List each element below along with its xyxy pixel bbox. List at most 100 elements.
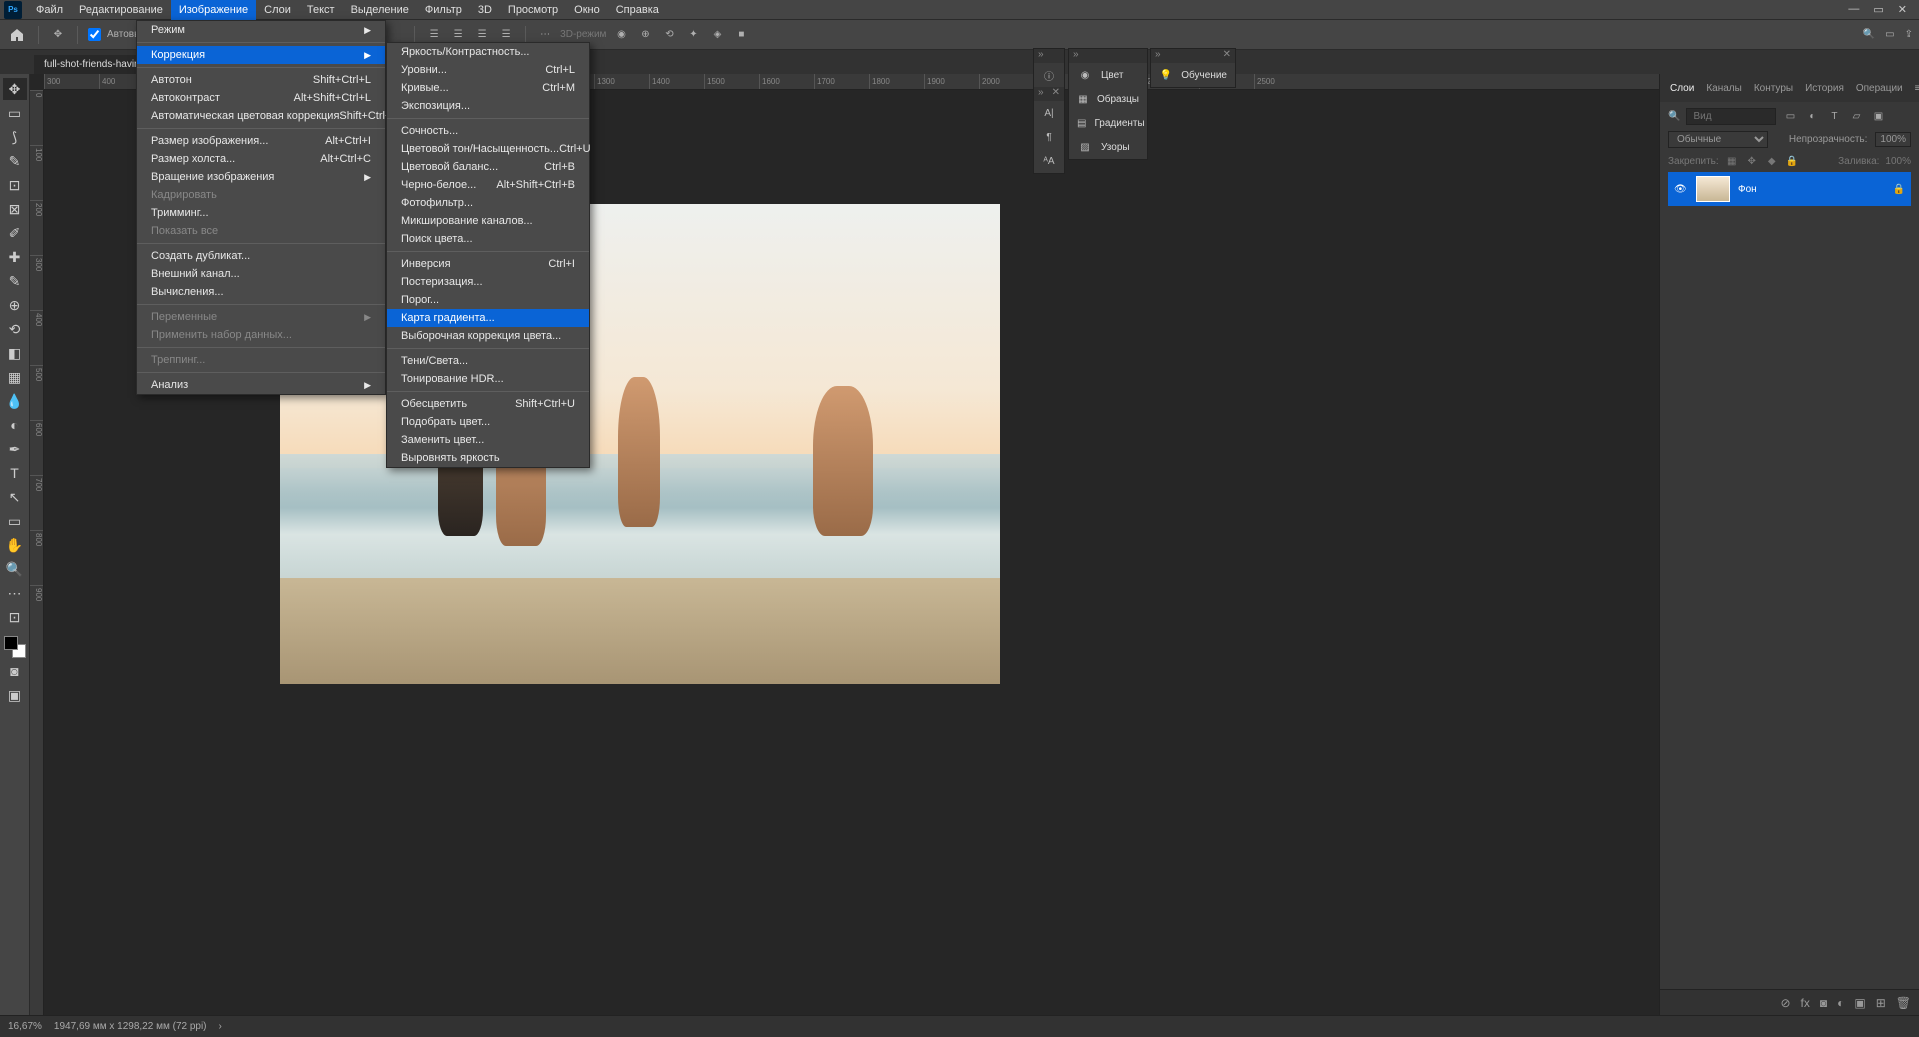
healing-tool[interactable]: ✚ bbox=[3, 246, 27, 268]
color-swatch[interactable] bbox=[4, 636, 26, 658]
panel-tab[interactable]: Контуры bbox=[1754, 83, 1793, 94]
filter-adjust-icon[interactable]: ◐ bbox=[1804, 109, 1820, 125]
menu-item[interactable]: Тени/Света... bbox=[387, 352, 589, 370]
lock-all-icon[interactable]: 🔒 bbox=[1785, 154, 1799, 168]
menu-item[interactable]: Микширование каналов... bbox=[387, 212, 589, 230]
color-panel-item[interactable]: ▤Градиенты bbox=[1069, 111, 1147, 135]
menu-item[interactable]: Коррекция▶ bbox=[137, 46, 385, 64]
brush-tool[interactable]: ✎ bbox=[3, 270, 27, 292]
collapsed-panel-group-1[interactable]: » ⓘ »✕ A| ¶ ᴬA bbox=[1033, 48, 1065, 174]
3d-icon[interactable]: ◉ bbox=[612, 26, 630, 44]
panel-tab[interactable]: Слои bbox=[1670, 83, 1694, 94]
menu-текст[interactable]: Текст bbox=[299, 0, 343, 20]
menu-item[interactable]: Выровнять яркость bbox=[387, 449, 589, 467]
foreground-color[interactable] bbox=[4, 636, 18, 650]
filter-image-icon[interactable]: ▭ bbox=[1782, 109, 1798, 125]
move-tool-icon[interactable]: ✥ bbox=[49, 26, 67, 44]
gradient-tool[interactable]: ▦ bbox=[3, 366, 27, 388]
menu-item[interactable]: Яркость/Контрастность... bbox=[387, 43, 589, 61]
3d-icon-6[interactable]: ■ bbox=[732, 26, 750, 44]
stamp-tool[interactable]: ⊕ bbox=[3, 294, 27, 316]
dodge-tool[interactable]: ◐ bbox=[3, 414, 27, 436]
align-right-icon[interactable]: ☰ bbox=[473, 26, 491, 44]
menu-item[interactable]: Создать дубликат... bbox=[137, 247, 385, 265]
menu-item[interactable]: Порог... bbox=[387, 291, 589, 309]
3d-icon-4[interactable]: ✦ bbox=[684, 26, 702, 44]
menu-item[interactable]: АвтоконтрастAlt+Shift+Ctrl+L bbox=[137, 89, 385, 107]
layer-filter-input[interactable] bbox=[1686, 108, 1776, 125]
color-panel-item[interactable]: ▨Узоры bbox=[1069, 135, 1147, 159]
panel-tab[interactable]: История bbox=[1805, 83, 1844, 94]
menu-item[interactable]: Вычисления... bbox=[137, 283, 385, 301]
delete-layer-icon[interactable]: 🗑 bbox=[1896, 996, 1911, 1010]
panel-menu-icon[interactable]: ≡ bbox=[1915, 83, 1919, 94]
menu-item[interactable]: Поиск цвета... bbox=[387, 230, 589, 248]
menu-item[interactable]: Цветовой баланс...Ctrl+B bbox=[387, 158, 589, 176]
menu-item[interactable]: Экспозиция... bbox=[387, 97, 589, 115]
menu-изображение[interactable]: Изображение bbox=[171, 0, 256, 20]
menu-item[interactable]: Черно-белое...Alt+Shift+Ctrl+B bbox=[387, 176, 589, 194]
minimize-icon[interactable]: — bbox=[1848, 3, 1859, 16]
share-icon[interactable]: ⇪ bbox=[1905, 29, 1913, 40]
3d-icon-3[interactable]: ⟲ bbox=[660, 26, 678, 44]
info-icon[interactable]: ⓘ bbox=[1041, 67, 1057, 83]
type-tool[interactable]: T bbox=[3, 462, 27, 484]
menu-item[interactable]: Фотофильтр... bbox=[387, 194, 589, 212]
menu-item[interactable]: Карта градиента... bbox=[387, 309, 589, 327]
menu-item[interactable]: Размер холста...Alt+Ctrl+C bbox=[137, 150, 385, 168]
paragraph-icon[interactable]: ¶ bbox=[1041, 129, 1057, 145]
menu-просмотр[interactable]: Просмотр bbox=[500, 0, 566, 20]
menu-окно[interactable]: Окно bbox=[566, 0, 608, 20]
menu-слои[interactable]: Слои bbox=[256, 0, 299, 20]
crop-tool[interactable]: ⊡ bbox=[3, 174, 27, 196]
menu-item[interactable]: Кривые...Ctrl+M bbox=[387, 79, 589, 97]
color-panel-item[interactable]: ▦Образцы bbox=[1069, 87, 1147, 111]
menu-item[interactable]: Размер изображения...Alt+Ctrl+I bbox=[137, 132, 385, 150]
menu-item[interactable]: ОбесцветитьShift+Ctrl+U bbox=[387, 395, 589, 413]
maximize-icon[interactable]: ▭ bbox=[1873, 3, 1883, 16]
lock-position-icon[interactable]: ✥ bbox=[1745, 154, 1759, 168]
edit-toolbar[interactable]: ⊡ bbox=[3, 606, 27, 628]
menu-item[interactable]: Цветовой тон/Насыщенность...Ctrl+U bbox=[387, 140, 589, 158]
opacity-value[interactable]: 100% bbox=[1875, 132, 1911, 147]
shape-tool[interactable]: ▭ bbox=[3, 510, 27, 532]
menu-item[interactable]: ИнверсияCtrl+I bbox=[387, 255, 589, 273]
search-icon[interactable]: 🔍 bbox=[1863, 29, 1875, 40]
menu-справка[interactable]: Справка bbox=[608, 0, 667, 20]
lock-pixels-icon[interactable]: ▦ bbox=[1725, 154, 1739, 168]
adjustment-layer-icon[interactable]: ◐ bbox=[1837, 996, 1844, 1010]
status-arrow-icon[interactable]: › bbox=[219, 1021, 222, 1032]
home-button[interactable] bbox=[6, 24, 28, 46]
learn-label[interactable]: Обучение bbox=[1181, 70, 1227, 81]
history-brush-tool[interactable]: ⟲ bbox=[3, 318, 27, 340]
align-center-icon[interactable]: ☰ bbox=[449, 26, 467, 44]
layer-item[interactable]: 👁 Фон 🔒 bbox=[1668, 172, 1911, 206]
menu-item[interactable]: Постеризация... bbox=[387, 273, 589, 291]
menu-фильтр[interactable]: Фильтр bbox=[417, 0, 470, 20]
more-options-icon[interactable]: ⋯ bbox=[536, 26, 554, 44]
menu-item[interactable]: Режим▶ bbox=[137, 21, 385, 39]
filter-smart-icon[interactable]: ▣ bbox=[1870, 109, 1886, 125]
more-tools[interactable]: ⋯ bbox=[3, 582, 27, 604]
distribute-icon[interactable]: ☰ bbox=[497, 26, 515, 44]
layer-style-icon[interactable]: fx bbox=[1801, 996, 1810, 1010]
menu-item[interactable]: Уровни...Ctrl+L bbox=[387, 61, 589, 79]
filter-shape-icon[interactable]: ▱ bbox=[1848, 109, 1864, 125]
menu-item[interactable]: Тонирование HDR... bbox=[387, 370, 589, 388]
layer-mask-icon[interactable]: ◙ bbox=[1820, 996, 1827, 1010]
close-icon[interactable]: ✕ bbox=[1898, 3, 1907, 16]
zoom-tool[interactable]: 🔍 bbox=[3, 558, 27, 580]
layer-lock-icon[interactable]: 🔒 bbox=[1893, 184, 1905, 195]
fill-value[interactable]: 100% bbox=[1885, 156, 1911, 167]
menu-item[interactable]: Сочность... bbox=[387, 122, 589, 140]
hand-tool[interactable]: ✋ bbox=[3, 534, 27, 556]
menu-item[interactable]: Анализ▶ bbox=[137, 376, 385, 394]
new-layer-icon[interactable]: ⊞ bbox=[1876, 996, 1886, 1010]
lock-artboard-icon[interactable]: ◆ bbox=[1765, 154, 1779, 168]
pen-tool[interactable]: ✒ bbox=[3, 438, 27, 460]
blur-tool[interactable]: 💧 bbox=[3, 390, 27, 412]
eraser-tool[interactable]: ◧ bbox=[3, 342, 27, 364]
quick-mask-tool[interactable]: ◙ bbox=[3, 660, 27, 682]
autoselect-checkbox[interactable] bbox=[88, 28, 101, 41]
menu-item[interactable]: Внешний канал... bbox=[137, 265, 385, 283]
